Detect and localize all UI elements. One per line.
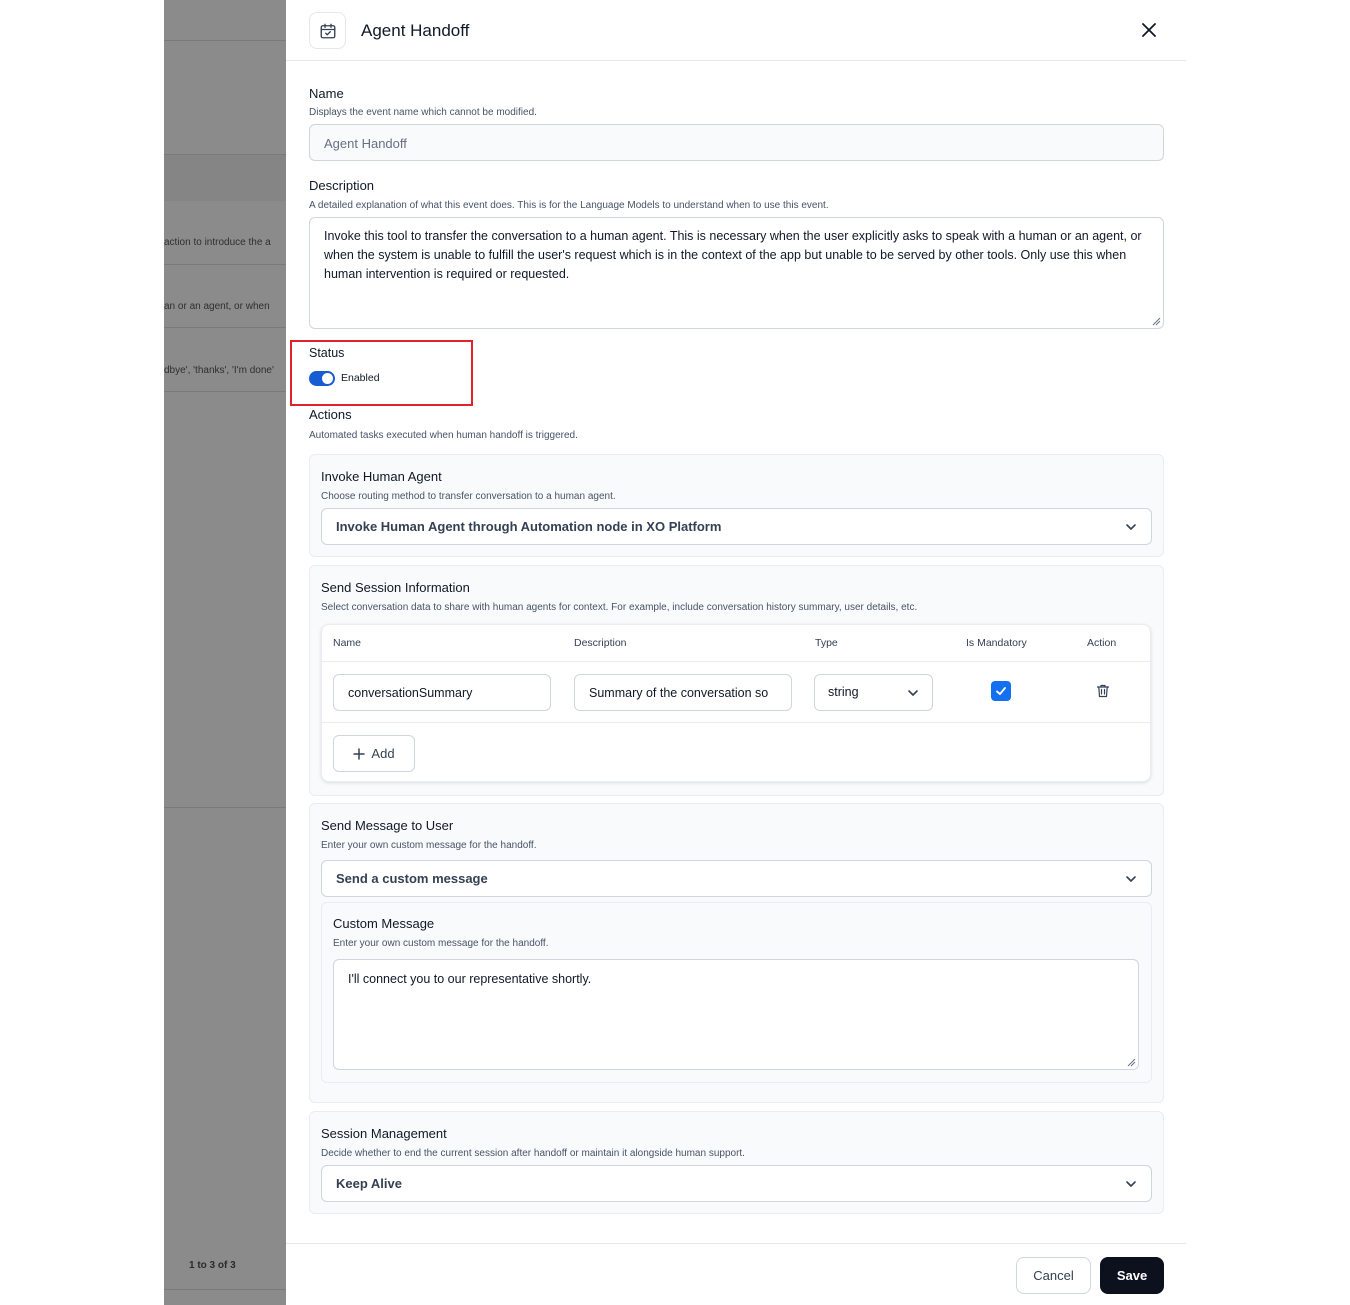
column-header-action: Action <box>1087 637 1117 649</box>
divider <box>164 40 286 41</box>
drawer-footer: Cancel Save <box>286 1243 1186 1305</box>
save-button[interactable]: Save <box>1100 1257 1164 1294</box>
trash-icon[interactable] <box>1095 683 1111 699</box>
send-message-hint: Enter your own custom message for the ha… <box>321 840 537 851</box>
divider <box>164 1289 286 1290</box>
routing-method-select[interactable]: Invoke Human Agent through Automation no… <box>321 508 1152 545</box>
column-header-type: Type <box>815 637 838 649</box>
description-text: Invoke this tool to transfer the convers… <box>324 229 1142 281</box>
resize-handle-icon[interactable] <box>1152 317 1161 326</box>
row-name-input[interactable]: conversationSummary <box>333 674 551 711</box>
row-type-value: string <box>828 685 859 699</box>
name-label: Name <box>309 86 344 101</box>
send-message-title: Send Message to User <box>321 818 454 833</box>
divider <box>164 327 286 328</box>
status-toggle-label: Enabled <box>341 372 380 384</box>
row-mandatory-checkbox[interactable] <box>991 681 1011 701</box>
custom-message-text: I'll connect you to our representative s… <box>348 972 592 986</box>
invoke-human-agent-title: Invoke Human Agent <box>321 469 442 484</box>
name-hint: Displays the event name which cannot be … <box>309 107 537 118</box>
actions-hint: Automated tasks executed when human hand… <box>309 430 578 441</box>
cancel-button[interactable]: Cancel <box>1016 1257 1091 1294</box>
page-background-right <box>1186 0 1350 1305</box>
calendar-event-icon <box>309 12 346 49</box>
status-toggle[interactable] <box>309 371 335 386</box>
session-management-select[interactable]: Keep Alive <box>321 1165 1152 1202</box>
divider <box>164 264 286 265</box>
drawer-header: Agent Handoff <box>286 0 1186 61</box>
plus-icon <box>353 747 366 760</box>
session-management-value: Keep Alive <box>336 1176 402 1191</box>
divider <box>164 807 286 808</box>
chevron-down-icon <box>908 690 918 696</box>
divider <box>322 661 1152 662</box>
description-label: Description <box>309 178 375 193</box>
session-management-hint: Decide whether to end the current sessio… <box>321 1148 745 1159</box>
session-info-title: Send Session Information <box>321 580 470 595</box>
background-row-text: an or an agent, or when <box>164 301 270 312</box>
column-header-name: Name <box>333 637 362 649</box>
divider <box>164 391 286 392</box>
drawer-title: Agent Handoff <box>361 21 470 40</box>
background-table-overlay: action to introduce the a an or an agent… <box>164 0 286 1305</box>
row-description-input[interactable]: Summary of the conversation so <box>574 674 792 711</box>
session-management-title: Session Management <box>321 1126 447 1141</box>
background-row-text: action to introduce the a <box>164 237 271 248</box>
agent-handoff-drawer: Agent Handoff Name Displays the event na… <box>286 0 1186 1305</box>
chevron-down-icon <box>1126 1181 1136 1187</box>
column-header-description: Description <box>574 637 627 649</box>
add-row-label: Add <box>371 746 395 761</box>
invoke-human-agent-card: Invoke Human Agent Choose routing method… <box>309 454 1164 557</box>
session-management-card: Session Management Decide whether to end… <box>309 1111 1164 1214</box>
add-row-button[interactable]: Add <box>333 735 415 772</box>
actions-label: Actions <box>309 407 352 422</box>
routing-method-value: Invoke Human Agent through Automation no… <box>336 519 722 534</box>
close-icon[interactable] <box>1138 19 1160 41</box>
custom-message-title: Custom Message <box>333 916 435 931</box>
custom-message-card: Custom Message Enter your own custom mes… <box>321 902 1152 1083</box>
send-message-to-user-card: Send Message to User Enter your own cust… <box>309 803 1164 1103</box>
session-info-hint: Select conversation data to share with h… <box>321 602 918 613</box>
check-icon <box>996 687 1006 695</box>
message-type-select[interactable]: Send a custom message <box>321 860 1152 897</box>
divider <box>322 722 1152 723</box>
custom-message-hint: Enter your own custom message for the ha… <box>333 938 549 949</box>
pagination-text: 1 to 3 of 3 <box>189 1260 236 1271</box>
table-header-band <box>164 155 286 201</box>
background-row-text: dbye', 'thanks', 'I'm done' <box>164 365 274 376</box>
chevron-down-icon <box>1126 876 1136 882</box>
toggle-knob <box>322 373 333 384</box>
resize-handle-icon[interactable] <box>1127 1058 1136 1067</box>
invoke-human-agent-hint: Choose routing method to transfer conver… <box>321 491 616 502</box>
page-background-left <box>0 0 164 1305</box>
column-header-is-mandatory: Is Mandatory <box>966 637 1027 649</box>
chevron-down-icon <box>1126 524 1136 530</box>
row-type-select[interactable]: string <box>814 674 933 711</box>
message-type-value: Send a custom message <box>336 871 488 886</box>
status-label: Status <box>309 346 345 360</box>
custom-message-textarea[interactable]: I'll connect you to our representative s… <box>333 959 1139 1070</box>
description-hint: A detailed explanation of what this even… <box>309 200 829 211</box>
description-textarea[interactable]: Invoke this tool to transfer the convers… <box>309 217 1164 329</box>
session-info-table: Name Description Type Is Mandatory Actio… <box>321 624 1152 782</box>
name-field[interactable]: Agent Handoff <box>309 124 1164 161</box>
